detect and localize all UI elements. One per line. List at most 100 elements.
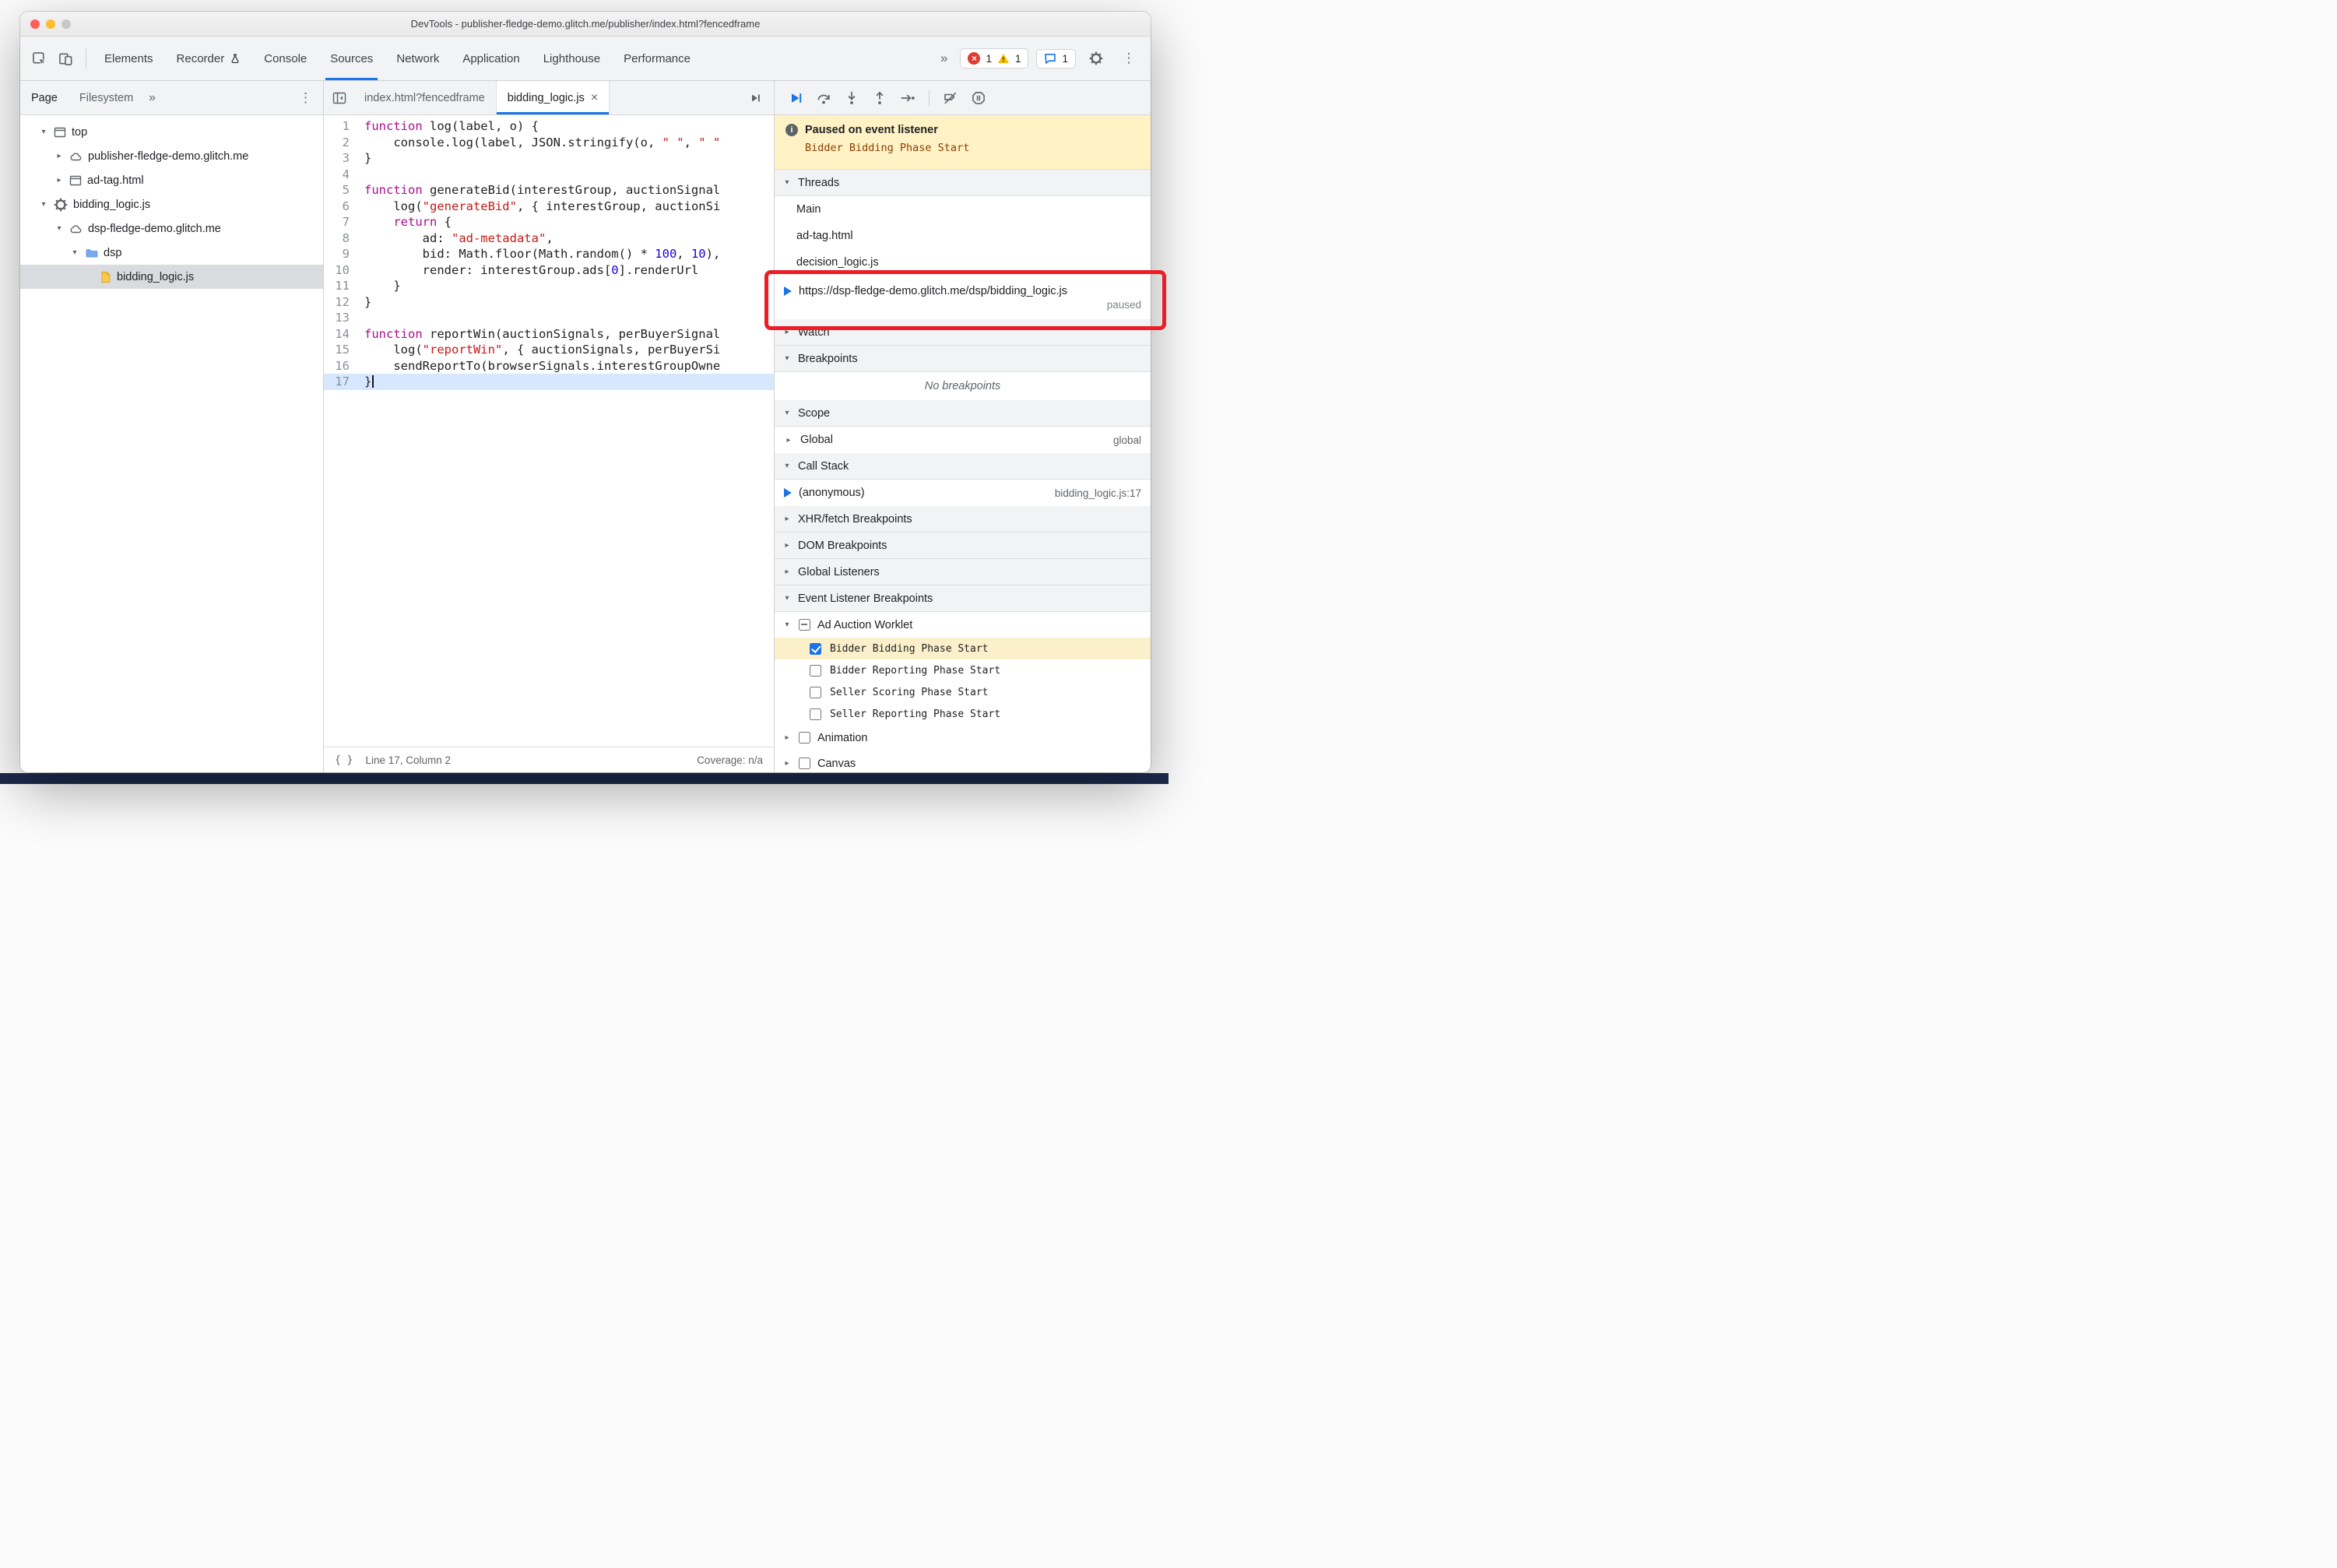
tab-network[interactable]: Network: [385, 37, 451, 80]
thread-item-current[interactable]: https://dsp-fledge-demo.glitch.me/dsp/bi…: [775, 276, 1151, 319]
code-line[interactable]: 15 log("reportWin", { auctionSignals, pe…: [324, 342, 774, 358]
code-line[interactable]: 5 function generateBid(interestGroup, auc…: [324, 182, 774, 199]
code-line[interactable]: 10 render: interestGroup.ads[0].renderUr…: [324, 262, 774, 279]
tab-elements[interactable]: Elements: [93, 37, 165, 80]
close-window-button[interactable]: [30, 19, 40, 29]
line-number[interactable]: 14: [324, 326, 360, 343]
close-tab-icon[interactable]: [591, 92, 598, 104]
thread-item[interactable]: decision_logic.js: [775, 249, 1151, 276]
step-over-icon[interactable]: [812, 86, 835, 110]
line-number[interactable]: 1: [324, 118, 360, 135]
zoom-window-button[interactable]: [62, 19, 71, 29]
editor-tab-bidding-logic-js[interactable]: bidding_logic.js: [496, 81, 610, 114]
section-breakpoints[interactable]: ▾ Breakpoints: [775, 346, 1151, 372]
elb-item-bidder-bidding-phase-start[interactable]: Bidder Bidding Phase Start: [775, 638, 1151, 659]
section-xhr-breakpoints[interactable]: ▸ XHR/fetch Breakpoints: [775, 506, 1151, 533]
kebab-menu-icon[interactable]: [1116, 46, 1141, 71]
code-line[interactable]: 17}: [324, 374, 774, 390]
elb-category-animation[interactable]: ▸ Animation: [775, 725, 1151, 751]
code-line[interactable]: 14 function reportWin(auctionSignals, per…: [324, 326, 774, 343]
line-number[interactable]: 11: [324, 278, 360, 294]
line-number[interactable]: 7: [324, 214, 360, 230]
next-editor-tab-icon[interactable]: [741, 81, 769, 114]
line-number[interactable]: 6: [324, 199, 360, 215]
navigator-tab-filesystem[interactable]: Filesystem: [69, 81, 144, 114]
thread-item[interactable]: Main: [775, 196, 1151, 223]
code-editor[interactable]: 1 function log(label, o) {2 console.log(l…: [324, 115, 774, 747]
tree-item-top[interactable]: ▾ top: [20, 120, 323, 144]
hide-navigator-icon[interactable]: [325, 81, 353, 114]
checkbox[interactable]: [799, 619, 810, 631]
line-number[interactable]: 9: [324, 246, 360, 262]
code-line[interactable]: 11 }: [324, 278, 774, 294]
code-line[interactable]: 16 sendReportTo(browserSignals.interestG…: [324, 358, 774, 374]
tab-lighthouse[interactable]: Lighthouse: [532, 37, 612, 80]
section-scope[interactable]: ▾ Scope: [775, 400, 1151, 427]
call-stack-frame[interactable]: (anonymous) bidding_logic.js:17: [775, 480, 1151, 506]
deactivate-breakpoints-icon[interactable]: [939, 86, 962, 110]
inspect-icon[interactable]: [26, 46, 51, 71]
resume-icon[interactable]: [784, 86, 807, 110]
settings-gear-icon[interactable]: [1084, 46, 1109, 71]
section-event-listener-breakpoints[interactable]: ▾ Event Listener Breakpoints: [775, 585, 1151, 612]
tree-item-dsp-fledge-demo-glitch-me[interactable]: ▾ dsp-fledge-demo.glitch.me: [20, 216, 323, 241]
frame-location-link[interactable]: bidding_logic.js:17: [1055, 487, 1141, 499]
pretty-print-icon[interactable]: { }: [335, 754, 353, 766]
elb-category-canvas[interactable]: ▸ Canvas: [775, 751, 1151, 772]
code-line[interactable]: 3}: [324, 150, 774, 167]
more-tabs-button[interactable]: »: [936, 51, 952, 66]
editor-tab-index-html-fencedframe[interactable]: index.html?fencedframe: [353, 81, 497, 114]
elb-item-bidder-reporting-phase-start[interactable]: Bidder Reporting Phase Start: [775, 659, 1151, 681]
checkbox[interactable]: [810, 642, 821, 655]
code-line[interactable]: 13: [324, 310, 774, 326]
device-toolbar-icon[interactable]: [53, 46, 78, 71]
checkbox[interactable]: [810, 686, 821, 698]
code-line[interactable]: 6 log("generateBid", { interestGroup, au…: [324, 199, 774, 215]
tab-console[interactable]: Console: [252, 37, 318, 80]
section-watch[interactable]: ▸ Watch: [775, 319, 1151, 346]
line-number[interactable]: 8: [324, 230, 360, 247]
checkbox[interactable]: [799, 758, 810, 769]
checkbox[interactable]: [810, 708, 821, 720]
line-number[interactable]: 10: [324, 262, 360, 279]
section-global-listeners[interactable]: ▸ Global Listeners: [775, 559, 1151, 585]
tree-item-publisher-fledge-demo-glitch-me[interactable]: ▸ publisher-fledge-demo.glitch.me: [20, 144, 323, 168]
minimize-window-button[interactable]: [46, 19, 55, 29]
tab-recorder[interactable]: Recorder: [165, 37, 253, 80]
pause-on-exceptions-icon[interactable]: [967, 86, 990, 110]
code-line[interactable]: 4: [324, 167, 774, 183]
code-line[interactable]: 7 return {: [324, 214, 774, 230]
navigator-menu-icon[interactable]: ⋮: [288, 90, 323, 106]
checkbox[interactable]: [810, 664, 821, 677]
code-line[interactable]: 12}: [324, 294, 774, 311]
section-call-stack[interactable]: ▾ Call Stack: [775, 453, 1151, 480]
line-number[interactable]: 4: [324, 167, 360, 183]
issues-button[interactable]: 1: [1036, 48, 1076, 69]
line-number[interactable]: 17: [324, 374, 360, 390]
tab-sources[interactable]: Sources: [318, 37, 385, 80]
section-threads[interactable]: ▾ Threads: [775, 170, 1151, 196]
code-line[interactable]: 8 ad: "ad-metadata",: [324, 230, 774, 247]
line-number[interactable]: 13: [324, 310, 360, 326]
code-line[interactable]: 1 function log(label, o) {: [324, 118, 774, 135]
tree-item-ad-tag-html[interactable]: ▸ ad-tag.html: [20, 168, 323, 192]
line-number[interactable]: 15: [324, 342, 360, 358]
tab-performance[interactable]: Performance: [612, 37, 702, 80]
console-status-button[interactable]: 1 1: [960, 48, 1029, 69]
tree-item-bidding-logic-js[interactable]: ▾ bidding_logic.js: [20, 192, 323, 216]
elb-item-seller-scoring-phase-start[interactable]: Seller Scoring Phase Start: [775, 681, 1151, 703]
section-dom-breakpoints[interactable]: ▸ DOM Breakpoints: [775, 533, 1151, 559]
code-line[interactable]: 9 bid: Math.floor(Math.random() * 100, 1…: [324, 246, 774, 262]
step-out-icon[interactable]: [868, 86, 891, 110]
line-number[interactable]: 3: [324, 150, 360, 167]
thread-item[interactable]: ad-tag.html: [775, 223, 1151, 249]
step-into-icon[interactable]: [840, 86, 863, 110]
line-number[interactable]: 2: [324, 135, 360, 151]
tab-application[interactable]: Application: [451, 37, 531, 80]
step-icon[interactable]: [896, 86, 919, 110]
line-number[interactable]: 5: [324, 182, 360, 199]
tree-item-dsp[interactable]: ▾ dsp: [20, 241, 323, 265]
tree-item-bidding-logic-js[interactable]: bidding_logic.js: [20, 265, 323, 289]
elb-category-ad-auction-worklet[interactable]: ▾ Ad Auction Worklet: [775, 612, 1151, 638]
navigator-more-tabs-button[interactable]: »: [144, 91, 160, 105]
